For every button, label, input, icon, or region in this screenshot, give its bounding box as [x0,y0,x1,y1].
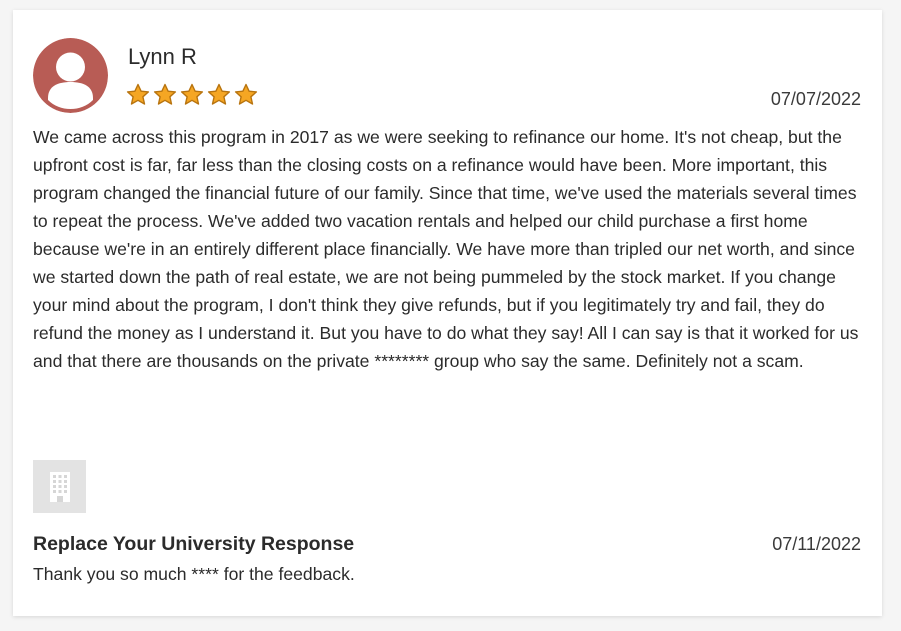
review-date: 07/07/2022 [770,89,861,109]
star-rating [126,83,258,107]
review-card: Lynn R 07/07/2022 We came across this pr… [13,10,882,616]
reviewer-name[interactable]: Lynn R [128,43,197,71]
star-icon [126,83,150,105]
response-date: 07/11/2022 [772,534,861,554]
star-icon [234,83,258,105]
user-avatar-icon [33,38,108,113]
review-text: We came across this program in 2017 as w… [33,127,859,371]
response-text: Thank you so much **** for the feedback. [33,564,355,584]
star-icon [207,83,231,105]
response-title: Replace Your University Response [33,533,355,555]
star-icon [180,83,204,105]
building-icon [33,460,86,513]
star-icon [153,83,177,105]
